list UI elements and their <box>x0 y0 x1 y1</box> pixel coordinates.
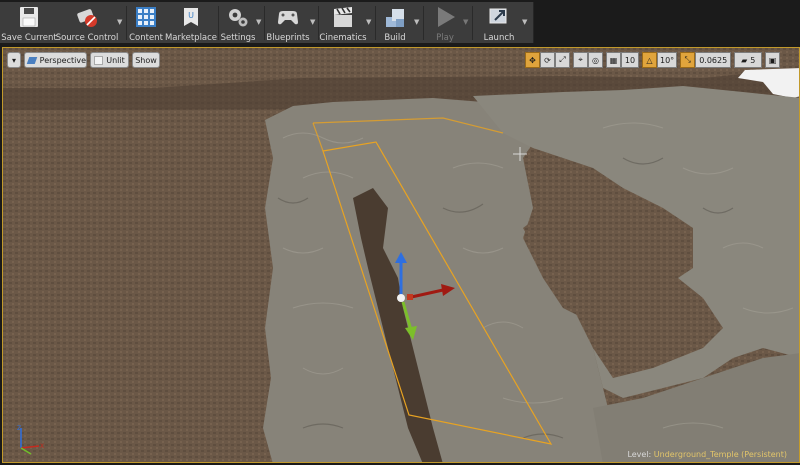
blueprints-label: Blueprints <box>266 33 310 43</box>
marketplace-label: Marketplace <box>164 33 218 43</box>
toolbar-separator <box>423 6 424 40</box>
camera-icon: ▰ <box>741 55 748 65</box>
svg-text:U: U <box>188 11 194 20</box>
cinematics-label: Cinematics <box>319 33 367 43</box>
scale-mode-icon[interactable]: ⤢ <box>555 52 570 68</box>
scale-snap-icon[interactable]: ⤡ <box>680 52 696 68</box>
svg-text:Z: Z <box>17 425 21 432</box>
camera-speed-button[interactable]: ▰ 5 <box>734 52 763 68</box>
content-button[interactable]: Content <box>128 2 164 43</box>
current-level-label: Level: Underground_Temple (Persistent) <box>627 450 787 459</box>
source-control-dropdown-icon[interactable]: ▼ <box>117 18 123 26</box>
content-label: Content <box>129 33 163 43</box>
toolbar-separator <box>264 6 265 40</box>
launch-label: Launch <box>483 33 515 43</box>
translate-mode-icon[interactable]: ✥ <box>525 52 540 68</box>
content-browser-icon <box>134 5 158 29</box>
svg-text:X: X <box>40 443 44 450</box>
viewport-transform-toolbar: ✥ ⟳ ⤢ ⌖ ◎ ▦ 10 △ 10° ⤡ 0.0625 ▰ 5 ▣ <box>525 52 781 68</box>
level-name: Underground_Temple (Persistent) <box>653 450 787 459</box>
play-icon <box>433 5 457 29</box>
perspective-cube-icon <box>26 56 37 64</box>
main-toolbar: Save Current Source Control ▼ Content U … <box>0 0 800 45</box>
build-blocks-icon <box>383 5 407 29</box>
view-mode-label: Unlit <box>106 55 125 65</box>
blueprints-dropdown-icon[interactable]: ▼ <box>310 18 316 26</box>
source-control-label: Source Control <box>55 33 119 43</box>
cinematics-dropdown-icon[interactable]: ▼ <box>366 18 372 26</box>
perspective-label: Perspective <box>39 55 86 65</box>
level-prefix: Level: <box>627 450 652 459</box>
play-label: Play <box>436 33 454 43</box>
camera-speed-value: 5 <box>750 55 756 65</box>
floppy-disk-icon <box>17 5 41 29</box>
show-dropdown[interactable]: Show <box>132 52 160 68</box>
play-button[interactable]: Play <box>427 2 463 43</box>
marketplace-button[interactable]: U Marketplace <box>164 2 218 43</box>
toolbar-separator <box>375 6 376 40</box>
chevron-down-icon: ▾ <box>11 55 16 65</box>
viewport-options-dropdown[interactable]: ▾ <box>7 52 21 68</box>
settings-dropdown-icon[interactable]: ▼ <box>256 18 262 26</box>
view-mode-swatch <box>94 55 104 65</box>
launch-button[interactable]: Launch <box>476 2 522 43</box>
launch-dropdown-icon[interactable]: ▼ <box>522 18 528 26</box>
launch-icon <box>487 5 511 29</box>
build-dropdown-icon[interactable]: ▼ <box>414 18 420 26</box>
grid-snap-icon[interactable]: ▦ <box>606 52 621 68</box>
grid-snap-value[interactable]: 10 <box>621 52 639 68</box>
world-axis-indicator: Z X <box>17 425 44 455</box>
perspective-dropdown[interactable]: Perspective <box>24 52 87 68</box>
toolbar-separator <box>472 6 473 40</box>
gamepad-icon <box>276 5 300 29</box>
source-control-button[interactable]: Source Control <box>55 2 119 43</box>
marketplace-icon: U <box>179 5 203 29</box>
save-current-label: Save Current <box>1 33 57 43</box>
surface-snapping-icon[interactable]: ⌖ <box>573 52 588 68</box>
maximize-viewport-icon[interactable]: ▣ <box>765 52 781 68</box>
play-dropdown-icon[interactable]: ▼ <box>463 18 469 26</box>
toolbar-separator <box>218 6 219 40</box>
show-label: Show <box>135 55 157 65</box>
scale-snap-value[interactable]: 0.0625 <box>695 52 732 68</box>
toolbar-separator <box>126 6 127 40</box>
save-current-button[interactable]: Save Current <box>1 2 57 43</box>
build-button[interactable]: Build <box>377 2 413 43</box>
settings-button[interactable]: Settings <box>220 2 256 43</box>
gears-icon <box>226 5 250 29</box>
view-mode-dropdown[interactable]: Unlit <box>90 52 129 68</box>
world-space-icon[interactable]: ◎ <box>588 52 603 68</box>
blueprints-button[interactable]: Blueprints <box>266 2 310 43</box>
rotate-mode-icon[interactable]: ⟳ <box>540 52 555 68</box>
toolbar-panel: Save Current Source Control ▼ Content U … <box>0 2 534 43</box>
settings-label: Settings <box>220 33 256 43</box>
cinematics-button[interactable]: Cinematics <box>319 2 367 43</box>
level-viewport[interactable]: ▾ Perspective Unlit Show ✥ ⟳ ⤢ ⌖ ◎ ▦ 10 … <box>2 47 800 463</box>
rotation-snap-icon[interactable]: △ <box>642 52 657 68</box>
clapper-icon <box>331 5 355 29</box>
viewport-scene[interactable] <box>3 48 800 463</box>
build-label: Build <box>384 33 406 43</box>
rotation-snap-value[interactable]: 10° <box>657 52 678 68</box>
source-control-icon <box>75 5 99 29</box>
